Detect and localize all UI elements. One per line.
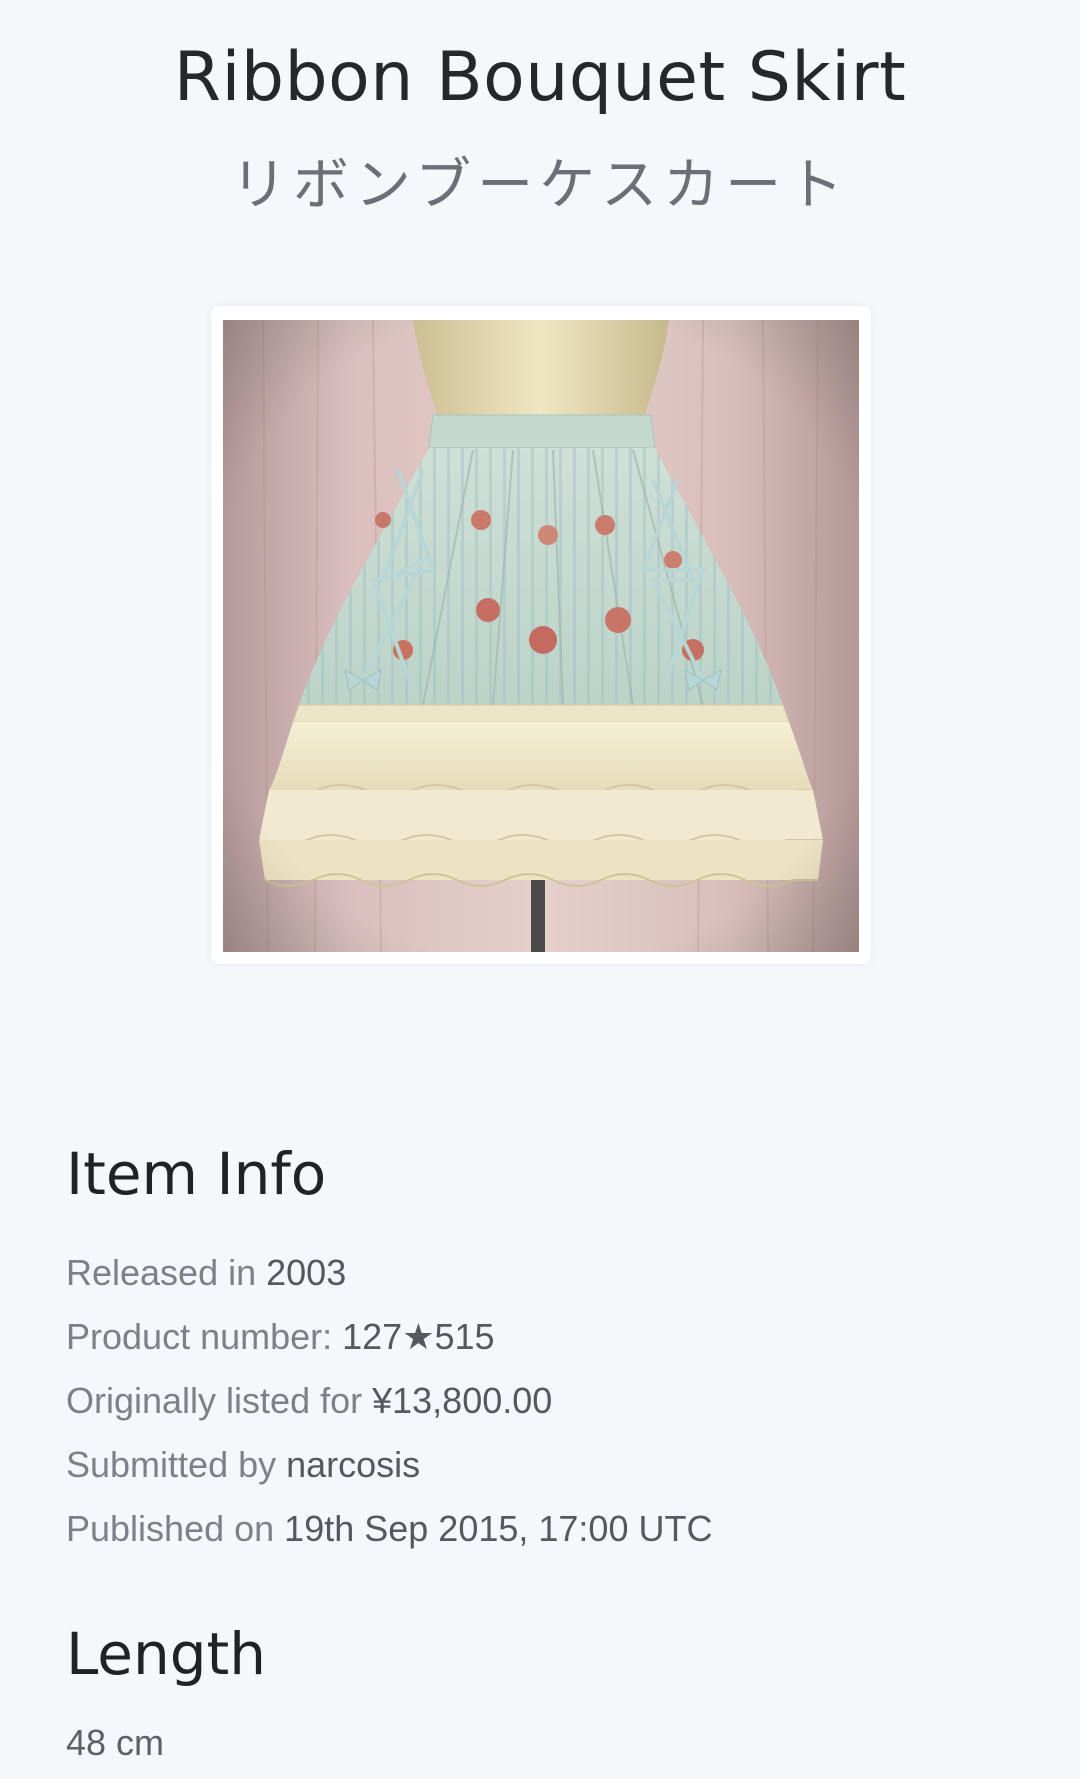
submitted-by-row: Submitted by narcosis xyxy=(66,1433,712,1497)
product-number-row: Product number: 127★515 xyxy=(66,1305,712,1369)
submitted-by-label: Submitted by xyxy=(66,1444,287,1485)
page-title: Ribbon Bouquet Skirt xyxy=(173,38,907,117)
released-row: Released in 2003 xyxy=(66,1241,712,1305)
released-value: 2003 xyxy=(266,1252,347,1293)
published-on-value: 19th Sep 2015, 17:00 UTC xyxy=(284,1508,713,1549)
published-on-row: Published on 19th Sep 2015, 17:00 UTC xyxy=(66,1497,712,1561)
item-page: Ribbon Bouquet Skirt リボンブーケスカート Item Inf… xyxy=(0,0,1080,1779)
product-number-label: Product number: xyxy=(66,1316,343,1357)
length-value: 48 cm xyxy=(66,1722,165,1763)
original-price-value: ¥13,800.00 xyxy=(372,1380,553,1421)
product-number-value: 127★515 xyxy=(342,1316,495,1357)
released-label: Released in xyxy=(66,1252,267,1293)
original-price-label: Originally listed for xyxy=(66,1380,373,1421)
page-subtitle-japanese: リボンブーケスカート xyxy=(230,153,850,216)
submitted-by-user-link[interactable]: narcosis xyxy=(286,1444,420,1485)
item-info-heading: Item Info xyxy=(66,1140,327,1208)
length-heading: Length xyxy=(66,1620,267,1688)
published-on-label: Published on xyxy=(66,1508,285,1549)
original-price-row: Originally listed for ¥13,800.00 xyxy=(66,1369,712,1433)
item-info-list: Released in 2003 Product number: 127★515… xyxy=(66,1241,712,1561)
product-image[interactable] xyxy=(223,320,859,952)
product-image-frame[interactable] xyxy=(211,306,871,964)
